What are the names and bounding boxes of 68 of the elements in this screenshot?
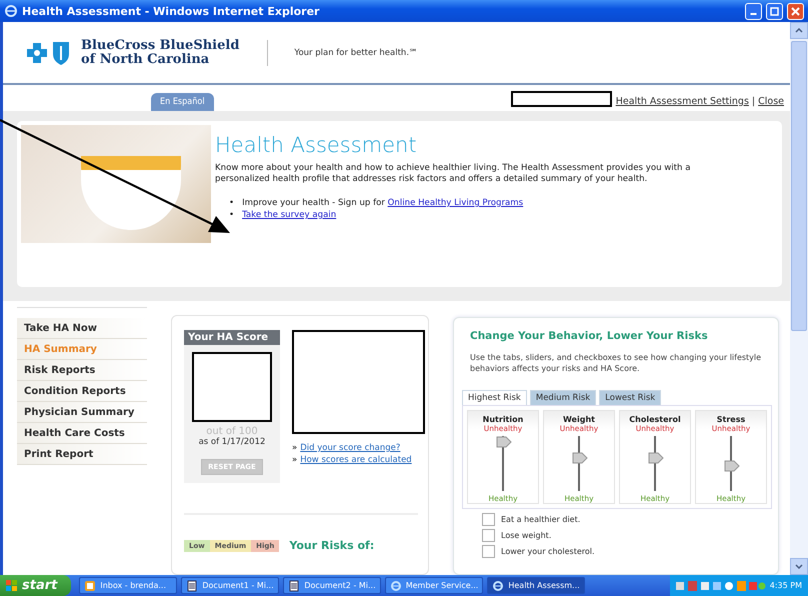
checkbox-label: Eat a healthier diet.	[501, 515, 580, 524]
slider-thumb[interactable]	[496, 436, 512, 448]
minimize-button[interactable]	[745, 2, 762, 20]
risk-tab[interactable]: Highest Risk	[462, 390, 527, 405]
taskbar-item[interactable]: Inbox - brenda...	[79, 577, 178, 594]
tagline: Your plan for better health.℠	[294, 48, 418, 58]
mail-icon	[84, 580, 96, 592]
risk-tab[interactable]: Lowest Risk	[599, 390, 662, 405]
nav-item[interactable]: Risk Reports	[17, 360, 147, 381]
risks-heading: Your Risks of:	[289, 539, 374, 552]
nav-item[interactable]: Physician Summary	[17, 402, 147, 423]
info-link[interactable]: Did your score change?	[300, 442, 400, 454]
scroll-down-icon[interactable]	[790, 558, 808, 575]
document-icon	[288, 580, 300, 592]
browser-icon	[492, 580, 504, 592]
panel-title: Change Your Behavior, Lower Your Risks	[470, 330, 709, 342]
score-date: as of 1/17/2012	[198, 437, 266, 447]
link-separator: |	[752, 96, 756, 107]
brand-name: BlueCross BlueShield	[81, 38, 240, 52]
taskbar-item[interactable]: Member Service...	[385, 577, 484, 594]
nav-item[interactable]: Condition Reports	[17, 381, 147, 402]
close-icon	[791, 6, 800, 16]
risk-tab[interactable]: Medium Risk	[530, 390, 596, 405]
four-squares-icon	[6, 580, 18, 592]
slider-name: Weight	[563, 415, 595, 424]
slider-thumb[interactable]	[724, 460, 740, 472]
bullet-text: Improve your health - Sign up for	[242, 198, 385, 208]
minimize-icon	[750, 13, 757, 15]
slider-name: Nutrition	[482, 415, 524, 424]
nav-item[interactable]: Health Care Costs	[17, 423, 147, 444]
maximize-button[interactable]	[766, 2, 783, 20]
bullet-marker: •	[229, 197, 234, 209]
program-link[interactable]: Take the survey again	[242, 210, 336, 220]
nav-item[interactable]: Take HA Now	[17, 318, 147, 339]
scrollbar-thumb[interactable]	[791, 41, 807, 331]
page-title: Health Assessment	[215, 133, 418, 157]
clock: 4:35 PM	[770, 581, 802, 590]
slider-name: Cholesterol	[629, 415, 681, 424]
settings-link[interactable]: Health Assessment Settings	[616, 96, 749, 107]
maximize-icon	[770, 6, 779, 16]
close-button[interactable]	[787, 2, 804, 20]
document-icon	[186, 580, 198, 592]
browser-icon	[4, 4, 18, 18]
window-title: Health Assessment - Windows Internet Explorer	[22, 4, 320, 18]
link-marker: »	[292, 454, 298, 466]
score-title: Your HA Score	[184, 330, 280, 345]
taskbar-item[interactable]: Health Assessm...	[487, 577, 586, 594]
taskbar-item[interactable]: Document1 - Mi...	[181, 577, 280, 594]
nav-item[interactable]: Print Report	[17, 444, 147, 465]
panel-description: Use the tabs, sliders, and checkboxes to see how changing your lifestyle behaviors affects your risks and HA Score.	[470, 352, 762, 374]
browser-icon	[390, 580, 402, 592]
scroll-up-icon[interactable]	[790, 22, 808, 39]
slider-thumb[interactable]	[572, 452, 588, 464]
close-link[interactable]: Close	[758, 96, 784, 107]
bullet-marker: •	[229, 209, 234, 221]
slider-name: Stress	[716, 415, 746, 424]
taskbar-item[interactable]: Document2 - Mi...	[283, 577, 382, 594]
checkbox[interactable]	[482, 529, 495, 542]
link-marker: »	[292, 442, 298, 454]
info-link[interactable]: How scores are calculated	[300, 454, 412, 466]
checkbox-label: Lose weight.	[501, 531, 552, 540]
intro-paragraph: Know more about your health and how to achieve healthier living. The Health Assessment provides you with a personalized health profile that addresses risk factors and offers a detailed summary of your health.	[215, 163, 692, 185]
brand-name: of North Carolina	[81, 52, 210, 66]
slider-thumb[interactable]	[648, 452, 664, 464]
checkbox[interactable]	[482, 513, 495, 526]
program-link[interactable]: Online Healthy Living Programs	[388, 198, 524, 208]
checkbox-label: Lower your cholesterol.	[501, 547, 595, 556]
checkbox[interactable]	[482, 545, 495, 558]
